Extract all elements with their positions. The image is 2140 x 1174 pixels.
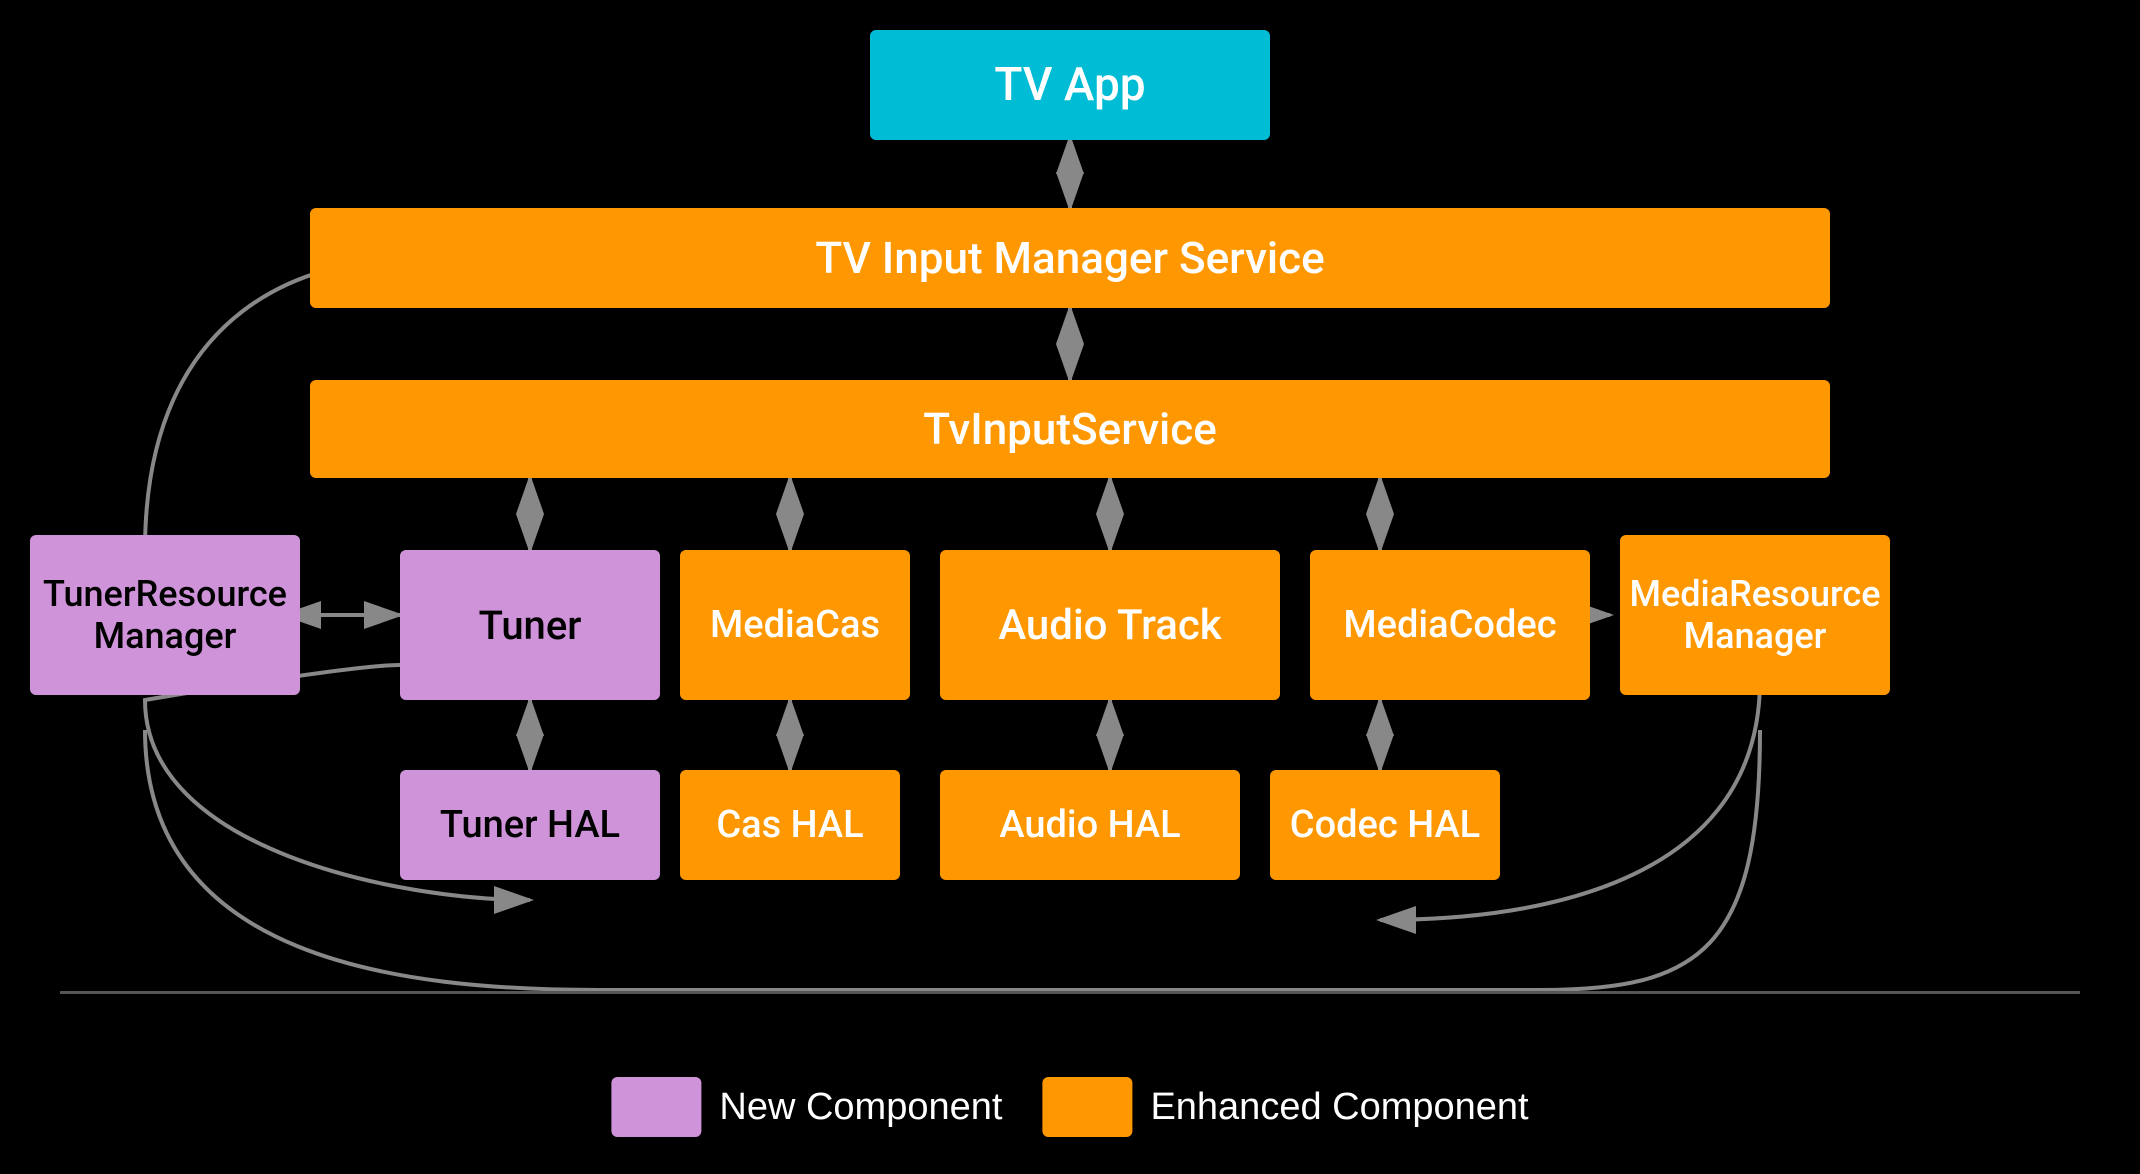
- tv-input-manager-node: TV Input Manager Service: [310, 208, 1830, 308]
- media-codec-node: MediaCodec: [1310, 550, 1590, 700]
- enhanced-component-legend: Enhanced Component: [1042, 1077, 1528, 1137]
- tuner-hal-node: Tuner HAL: [400, 770, 660, 880]
- media-resource-manager-node: MediaResource Manager: [1620, 535, 1890, 695]
- audio-track-node: Audio Track: [940, 550, 1280, 700]
- media-cas-node: MediaCas: [680, 550, 910, 700]
- tv-app-node: TV App: [870, 30, 1270, 140]
- new-component-legend-box: [611, 1077, 701, 1137]
- codec-hal-node: Codec HAL: [1270, 770, 1500, 880]
- legend-container: New Component Enhanced Component: [611, 1077, 1528, 1137]
- audio-hal-node: Audio HAL: [940, 770, 1240, 880]
- diagram-container: TV App TV Input Manager Service TvInputS…: [0, 0, 2140, 1174]
- new-component-legend: New Component: [611, 1077, 1002, 1137]
- legend-divider: [60, 991, 2080, 994]
- tuner-resource-manager-node: TunerResource Manager: [30, 535, 300, 695]
- new-component-legend-label: New Component: [719, 1086, 1002, 1129]
- tv-input-service-node: TvInputService: [310, 380, 1830, 478]
- enhanced-component-legend-box: [1042, 1077, 1132, 1137]
- cas-hal-node: Cas HAL: [680, 770, 900, 880]
- tuner-node: Tuner: [400, 550, 660, 700]
- enhanced-component-legend-label: Enhanced Component: [1150, 1086, 1528, 1129]
